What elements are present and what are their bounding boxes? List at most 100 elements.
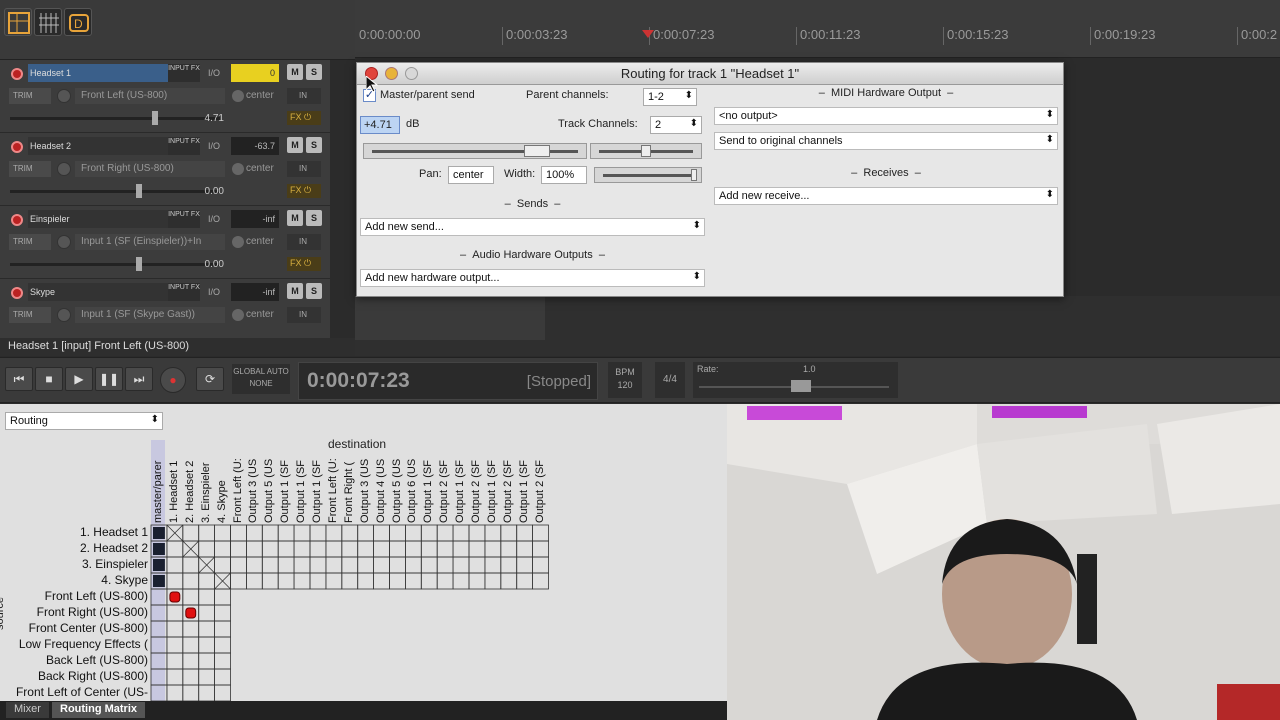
matrix-cell[interactable] (293, 540, 311, 558)
matrix-cell[interactable] (452, 524, 470, 542)
matrix-cell[interactable] (182, 652, 200, 670)
add-send-select[interactable]: Add new send... (360, 218, 705, 236)
pan-slider-thumb[interactable] (641, 145, 651, 157)
matrix-cell[interactable] (261, 556, 279, 574)
matrix-cell[interactable] (166, 540, 184, 558)
matrix-cell[interactable] (182, 524, 200, 542)
width-slider[interactable] (594, 167, 702, 183)
matrix-cell[interactable] (389, 524, 406, 542)
matrix-cell[interactable] (198, 668, 215, 686)
parent-channels-stepper[interactable]: 1-2 (643, 88, 697, 106)
matrix-cell[interactable] (198, 684, 215, 702)
matrix-cell[interactable] (277, 524, 295, 542)
matrix-cell[interactable] (500, 524, 518, 542)
matrix-cell[interactable] (357, 556, 375, 574)
matrix-cell[interactable] (245, 524, 263, 542)
matrix-cell[interactable] (452, 556, 470, 574)
matrix-cell[interactable] (230, 524, 247, 542)
matrix-cell[interactable] (198, 588, 215, 606)
matrix-cell[interactable] (309, 556, 327, 574)
matrix-cell[interactable] (166, 572, 184, 590)
matrix-cell[interactable] (198, 652, 215, 670)
matrix-cell[interactable] (198, 620, 215, 638)
tab-routing-matrix[interactable]: Routing Matrix (52, 702, 145, 718)
zoom-icon[interactable] (405, 67, 418, 80)
matrix-master-send-on[interactable] (153, 575, 165, 587)
matrix-cell[interactable] (404, 556, 422, 574)
width-field[interactable]: 100% (541, 166, 587, 184)
matrix-cell[interactable] (182, 636, 200, 654)
matrix-cell[interactable] (166, 620, 184, 638)
matrix-cell[interactable] (166, 684, 184, 702)
matrix-cell[interactable] (277, 572, 295, 590)
matrix-cell[interactable] (245, 540, 263, 558)
matrix-cell[interactable] (214, 524, 231, 542)
matrix-cell[interactable] (341, 572, 359, 590)
matrix-cell[interactable] (357, 572, 375, 590)
matrix-cell[interactable] (357, 524, 375, 542)
matrix-cell[interactable] (261, 540, 279, 558)
matrix-cell[interactable] (150, 636, 168, 654)
matrix-cell[interactable] (166, 668, 184, 686)
matrix-cell[interactable] (214, 604, 231, 622)
matrix-cell[interactable] (309, 524, 327, 542)
matrix-cell[interactable] (166, 636, 184, 654)
matrix-cell[interactable] (150, 668, 168, 686)
matrix-cell[interactable] (182, 556, 200, 574)
matrix-cell[interactable] (468, 540, 486, 558)
matrix-route-on[interactable] (169, 591, 181, 603)
matrix-cell[interactable] (420, 572, 438, 590)
matrix-cell[interactable] (420, 524, 438, 542)
matrix-cell[interactable] (166, 604, 184, 622)
matrix-cell[interactable] (325, 572, 343, 590)
track-channels-stepper[interactable]: 2 (650, 116, 702, 134)
matrix-cell[interactable] (373, 572, 390, 590)
matrix-cell[interactable] (166, 556, 184, 574)
matrix-cell[interactable] (325, 556, 343, 574)
matrix-cell[interactable] (245, 556, 263, 574)
matrix-cell[interactable] (230, 556, 247, 574)
matrix-cell[interactable] (516, 540, 534, 558)
matrix-cell[interactable] (277, 540, 295, 558)
tab-mixer[interactable]: Mixer (6, 702, 49, 718)
matrix-cell[interactable] (516, 556, 534, 574)
matrix-cell[interactable] (532, 540, 549, 558)
matrix-cell[interactable] (230, 572, 247, 590)
matrix-cell[interactable] (484, 556, 502, 574)
matrix-cell[interactable] (150, 620, 168, 638)
matrix-cell[interactable] (436, 572, 454, 590)
add-receive-select[interactable]: Add new receive... (714, 187, 1058, 205)
matrix-cell[interactable] (532, 556, 549, 574)
matrix-cell[interactable] (389, 556, 406, 574)
matrix-cell[interactable] (389, 540, 406, 558)
volume-db-field[interactable]: +4.71 (360, 116, 400, 134)
midi-output-select[interactable]: <no output> (714, 107, 1058, 125)
matrix-cell[interactable] (261, 524, 279, 542)
matrix-master-send-on[interactable] (153, 527, 165, 539)
matrix-cell[interactable] (404, 572, 422, 590)
matrix-cell[interactable] (532, 572, 549, 590)
matrix-cell[interactable] (309, 572, 327, 590)
matrix-cell[interactable] (373, 524, 390, 542)
matrix-cell[interactable] (468, 556, 486, 574)
matrix-cell[interactable] (341, 524, 359, 542)
matrix-cell[interactable] (436, 540, 454, 558)
matrix-cell[interactable] (484, 572, 502, 590)
pan-slider[interactable] (590, 143, 702, 159)
matrix-cell[interactable] (389, 572, 406, 590)
matrix-cell[interactable] (277, 556, 295, 574)
matrix-cell[interactable] (357, 540, 375, 558)
matrix-cell[interactable] (373, 556, 390, 574)
matrix-cell[interactable] (198, 636, 215, 654)
matrix-cell[interactable] (532, 524, 549, 542)
volume-slider[interactable] (363, 143, 587, 159)
matrix-route-on[interactable] (185, 607, 197, 619)
matrix-cell[interactable] (484, 524, 502, 542)
matrix-cell[interactable] (309, 540, 327, 558)
matrix-cell[interactable] (468, 524, 486, 542)
matrix-cell[interactable] (245, 572, 263, 590)
matrix-cell[interactable] (214, 620, 231, 638)
rate-slider-thumb[interactable] (791, 380, 811, 392)
matrix-cell[interactable] (150, 684, 168, 702)
matrix-cell[interactable] (198, 572, 215, 590)
